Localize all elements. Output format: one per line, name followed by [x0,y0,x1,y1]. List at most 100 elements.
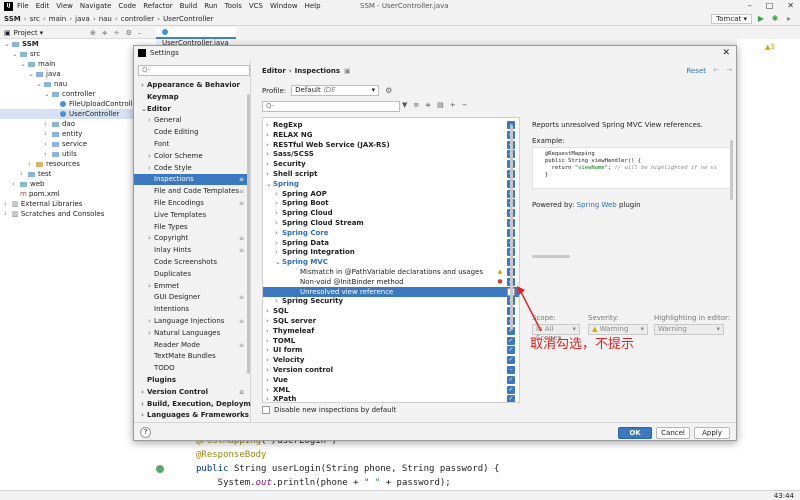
menu-item-navigate[interactable]: Navigate [80,2,111,10]
chevron-right-icon[interactable]: › [266,345,273,355]
inspection-checkbox[interactable]: ✓ [507,375,515,384]
settings-nav-item[interactable]: › Code Style [134,163,249,174]
inspection-row[interactable]: Unresolved view reference [263,286,519,297]
project-tree-item[interactable]: › resources [28,159,80,169]
inspection-row[interactable]: ›Spring Security✓ [263,296,519,306]
disable-new-checkbox-row[interactable]: Disable new inspections by default [262,406,396,414]
inspection-row[interactable]: Mismatch in @PathVariable declarations a… [263,267,519,277]
settings-nav-item[interactable]: TODO [134,363,249,374]
project-tree-item[interactable]: ⌄ nau [36,79,67,89]
chevron-right-icon[interactable]: › [44,139,50,149]
inspection-row[interactable]: › Thymeleaf ✓ [263,326,519,336]
settings-nav-item[interactable]: › Languages & Frameworks [134,410,249,420]
inspection-row[interactable]: ›Spring Boot✓ [263,198,519,208]
settings-nav-item[interactable]: Intentions [134,304,249,315]
menu-item-code[interactable]: Code [118,2,136,10]
locate-icon[interactable]: ⊕ [90,29,96,37]
close-icon[interactable]: ✕ [722,46,730,60]
inspection-row[interactable]: ›SQL server✓ [263,316,519,326]
settings-nav-item[interactable]: Reader Mode ≡ [134,340,249,351]
minimize-icon[interactable]: – [748,1,752,10]
forward-arrow-icon[interactable]: → [726,66,732,74]
settings-nav-item[interactable]: › Emmet [134,281,249,292]
chevron-down-icon[interactable]: ⌄ [28,69,34,79]
nav-crumb[interactable]: main [49,15,67,23]
inspection-row[interactable]: › Vue ✓ [263,375,519,385]
project-panel-title[interactable]: Project [14,29,38,37]
project-tree-item[interactable]: › service [44,139,87,149]
inspection-row[interactable]: ›Sass/SCSS✓ [263,149,519,159]
ok-button[interactable]: OK [618,427,652,439]
nav-crumb[interactable]: java [75,15,90,23]
project-tree-item[interactable]: m pom.xml [12,189,60,199]
collapse-all-icon[interactable]: ≑ [425,101,431,109]
chevron-right-icon[interactable]: › [4,209,10,219]
inspection-row[interactable]: ›SQL– [263,306,519,316]
chevron-right-icon[interactable]: › [266,385,273,395]
add-icon[interactable]: + [450,101,456,109]
chevron-right-icon[interactable]: › [275,228,282,238]
settings-nav-item[interactable]: › Version Control ≡ [134,387,249,398]
chevron-right-icon[interactable]: › [275,198,282,208]
settings-nav-item[interactable]: › Natural Languages [134,328,249,339]
settings-nav-item[interactable]: › Color Scheme [134,151,249,162]
project-tree-item[interactable]: ⌄ src [12,49,40,59]
settings-nav-item[interactable]: Inspections ≡ [134,174,249,186]
chevron-right-icon[interactable]: › [266,336,273,346]
settings-nav-item[interactable]: › General [134,115,249,126]
options-icon[interactable]: ⚙ [126,29,132,37]
settings-search-input[interactable]: Q- [138,65,250,76]
chevron-right-icon[interactable]: › [266,159,273,169]
menu-item-vcs[interactable]: VCS [249,2,263,10]
project-tree-item[interactable]: › web [12,179,44,189]
filter-icon[interactable]: ▼ [402,101,407,109]
nav-crumb[interactable]: src [30,15,40,23]
menu-item-view[interactable]: View [56,2,73,10]
maximize-icon[interactable]: □ [766,1,774,10]
project-tree-item[interactable]: › ▥ Scratches and Consoles [4,209,104,219]
chevron-down-icon[interactable]: ⌄ [12,49,18,59]
inspection-row[interactable]: ›Shell script✓ [263,169,519,179]
inspection-row[interactable]: ›RELAX NG✓ [263,130,519,140]
settings-nav-item[interactable]: File Types [134,222,249,233]
collapse-all-icon[interactable]: ≑ [102,29,108,37]
chevron-down-icon[interactable]: ⌄ [36,79,42,89]
cursor-position[interactable]: 43:44 [774,492,794,500]
settings-nav-item[interactable]: Duplicates [134,269,249,280]
settings-nav-item[interactable]: › Appearance & Behavior [134,80,249,91]
project-tree-item[interactable]: ⌄ main [20,59,56,69]
project-tree-item[interactable]: ⌄ controller [44,89,95,99]
hide-icon[interactable]: – [138,29,142,37]
close-window-icon[interactable]: ✕ [787,1,794,10]
project-tree-item[interactable]: ⌄ java [28,69,61,79]
chevron-right-icon[interactable]: › [275,296,282,306]
settings-nav-item[interactable]: Code Editing [134,127,249,138]
settings-nav-item[interactable]: › Copyright ≡ [134,233,249,244]
menu-item-refactor[interactable]: Refactor [143,2,172,10]
run-icon[interactable]: ▶ [756,14,766,24]
settings-nav-item[interactable]: GUI Designer ≡ [134,292,249,303]
inspection-checkbox[interactable]: ✓ [507,385,515,394]
warning-count[interactable]: ▲3 [765,43,775,51]
chevron-down-icon[interactable]: ⌄ [275,257,282,267]
inspection-row[interactable]: › Velocity ✓ [263,355,519,365]
settings-nav-item[interactable]: Keymap [134,92,249,103]
back-arrow-icon[interactable]: ← [713,66,719,74]
chevron-right-icon[interactable]: › [266,316,273,326]
chevron-right-icon[interactable]: › [266,306,273,316]
settings-nav-item[interactable]: File Encodings ≡ [134,198,249,209]
reset-link[interactable]: Reset [686,67,706,75]
settings-nav-item[interactable]: File and Code Templates ≡ [134,186,249,197]
chevron-right-icon[interactable]: › [44,129,50,139]
chevron-right-icon[interactable]: › [12,179,18,189]
inspection-search-input[interactable]: Q- [262,101,400,112]
chevron-right-icon[interactable]: › [4,199,10,209]
chevron-down-icon[interactable]: ⌄ [44,89,50,99]
project-tree-item[interactable]: › entity [44,129,82,139]
settings-nav-item[interactable]: Plugins [134,375,249,386]
inspection-row[interactable]: ›Spring AOP✓ [263,189,519,199]
chevron-right-icon[interactable]: › [266,365,273,375]
profile-select[interactable]: Default IDE ▾ [291,85,380,96]
settings-nav-item[interactable]: ⌄Editor [134,104,249,115]
inspection-row[interactable]: › UI form ✓ [263,345,519,355]
